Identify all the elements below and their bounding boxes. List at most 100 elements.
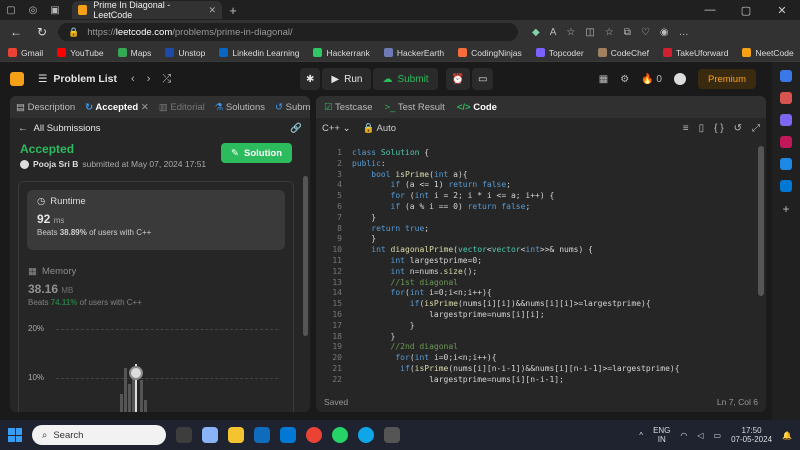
code-line[interactable]: 12 int n=nums.size(); — [316, 267, 477, 278]
code-text[interactable]: } — [352, 321, 415, 332]
chevron-up-icon[interactable]: ^ — [639, 431, 643, 440]
code-text[interactable]: largestprime=nums[i][n-i-1]; — [352, 375, 564, 386]
next-problem-icon[interactable]: › — [147, 73, 151, 86]
close-tab-icon[interactable]: ✕ — [208, 5, 216, 16]
chrome-icon[interactable] — [306, 427, 322, 443]
minimize-icon[interactable]: — — [692, 4, 728, 17]
left-panel-scrollbar[interactable] — [303, 176, 308, 336]
chart-bar[interactable] — [128, 384, 131, 412]
code-line[interactable]: 9 } — [316, 234, 376, 245]
bookmark-item[interactable]: YouTube — [57, 48, 104, 58]
store-icon[interactable] — [384, 427, 400, 443]
link-icon[interactable]: 🔗 — [290, 123, 302, 134]
code-line[interactable]: 13 //1st diagonal — [316, 278, 458, 289]
bookmark-item[interactable]: NeetCode — [742, 48, 794, 58]
code-line[interactable]: 10 int diagonalPrime(vector<vector<int>>… — [316, 245, 593, 256]
browser-essentials-icon[interactable]: ♡ — [641, 27, 650, 38]
clock[interactable]: 17:50 07-05-2024 — [731, 426, 772, 444]
code-text[interactable]: bool isPrime(int a){ — [352, 170, 467, 181]
bookmark-item[interactable]: Topcoder — [535, 48, 584, 58]
url-input[interactable]: 🔒 https://leetcode.com/problems/prime-in… — [58, 23, 518, 41]
code-text[interactable]: } — [352, 332, 396, 343]
code-text[interactable]: for(int i=0;i<n;i++){ — [352, 353, 496, 364]
chart-bar[interactable] — [144, 400, 147, 412]
bookmark-item[interactable]: Hackerrank — [313, 48, 370, 58]
code-text[interactable]: //2nd diagonal — [352, 342, 458, 353]
memory-card[interactable]: ▦ Memory 38.16 MB Beats 74.11% of users w… — [28, 266, 278, 307]
submit-button[interactable]: ☁ Submit — [373, 68, 438, 90]
code-line[interactable]: 11 int largestprime=0; — [316, 256, 482, 267]
bookmark-item[interactable]: Maps — [117, 48, 151, 58]
user-avatar-marker[interactable] — [129, 366, 143, 380]
code-line[interactable]: 14 for(int i=0;i<n;i++){ — [316, 288, 491, 299]
auto-mode-toggle[interactable]: 🔒 Auto — [363, 123, 397, 134]
taskbar-search[interactable]: ⌕ Search — [32, 425, 166, 445]
braces-icon[interactable]: { } — [714, 123, 723, 134]
browser-profile-icon[interactable]: ▢ — [0, 0, 22, 20]
chart-bar[interactable] — [120, 394, 123, 412]
code-line[interactable]: 15 if(isPrime(nums[i][i])&&nums[i][i]>=l… — [316, 299, 650, 310]
debug-button[interactable]: ✱ — [300, 68, 321, 90]
search-icon[interactable] — [780, 70, 792, 82]
back-arrow-icon[interactable]: ← — [18, 123, 28, 134]
tab-testcase[interactable]: ☑ Testcase — [324, 102, 373, 113]
file-explorer-icon[interactable] — [228, 427, 244, 443]
bookmark-item[interactable]: CodingNinjas — [458, 48, 522, 58]
games-icon[interactable] — [780, 136, 792, 148]
browser-tab[interactable]: Prime In Diagonal - LeetCode ✕ — [72, 0, 222, 20]
streak-counter[interactable]: 🔥 0 — [641, 74, 662, 85]
timer-button[interactable]: ⏰ — [445, 68, 471, 90]
code-text[interactable]: } — [352, 234, 376, 245]
collections-icon[interactable]: ⧉ — [624, 27, 631, 38]
refresh-icon[interactable]: ↻ — [32, 25, 52, 39]
code-text[interactable]: public: — [352, 159, 386, 170]
split-screen-icon[interactable]: ◫ — [585, 27, 594, 38]
outlook-icon[interactable] — [280, 427, 296, 443]
premium-button[interactable]: Premium — [697, 69, 756, 89]
code-text[interactable]: int n=nums.size(); — [352, 267, 478, 278]
code-line[interactable]: 21 if(isPrime(nums[i][n-i-1])&&nums[i][n… — [316, 364, 679, 375]
editor-scrollbar[interactable] — [758, 146, 764, 296]
language-indicator[interactable]: ENG IN — [653, 426, 670, 444]
tab-solutions[interactable]: ⚗ Solutions — [215, 102, 265, 113]
task-view-icon[interactable] — [176, 427, 192, 443]
code-line[interactable]: 5 for (int i = 2; i * i <= a; i++) { — [316, 191, 554, 202]
extension-icon[interactable]: ◆ — [532, 27, 540, 38]
bookmark-item[interactable]: Linkedin Learning — [219, 48, 299, 58]
code-text[interactable]: class Solution { — [352, 148, 429, 159]
add-sidebar-app-icon[interactable]: + — [782, 202, 789, 216]
code-text[interactable]: if (a <= 1) return false; — [352, 180, 511, 191]
shopping-icon[interactable] — [780, 92, 792, 104]
code-text[interactable]: if(isPrime(nums[i][n-i-1])&&nums[i][n-i-… — [352, 364, 679, 375]
back-icon[interactable]: ← — [6, 25, 26, 39]
settings-gear-icon[interactable]: ⚙ — [620, 74, 629, 85]
tools-icon[interactable] — [780, 114, 792, 126]
tab-code[interactable]: </> Code — [457, 102, 497, 113]
chat-icon[interactable] — [202, 427, 218, 443]
profile-icon[interactable]: ◉ — [660, 27, 669, 38]
new-tab-icon[interactable]: + — [222, 0, 244, 20]
reset-icon[interactable]: ↺ — [734, 123, 742, 134]
code-line[interactable]: 20 for(int i=0;i<n;i++){ — [316, 353, 496, 364]
wifi-icon[interactable]: ◠ — [680, 431, 687, 440]
code-line[interactable]: 8 return true; — [316, 224, 429, 235]
office-icon[interactable] — [780, 158, 792, 170]
leetcode-logo-icon[interactable] — [10, 72, 24, 86]
code-line[interactable]: 17 } — [316, 321, 415, 332]
code-line[interactable]: 16 largestprime=nums[i][i]; — [316, 310, 544, 321]
format-icon[interactable]: ≡ — [683, 123, 689, 134]
bookmark-item[interactable]: Unstop — [165, 48, 205, 58]
avatar[interactable] — [673, 73, 686, 85]
maximize-icon[interactable]: ▢ — [728, 4, 764, 17]
code-text[interactable]: } — [352, 213, 376, 224]
bookmark-icon[interactable]: ▯ — [699, 123, 705, 134]
volume-icon[interactable]: ◁ — [697, 431, 703, 440]
code-line[interactable]: 2 public: — [316, 159, 386, 170]
code-line[interactable]: 3 bool isPrime(int a){ — [316, 170, 467, 181]
windows-start-icon[interactable] — [8, 428, 22, 442]
bookmark-item[interactable]: CodeChef — [597, 48, 649, 58]
solution-button[interactable]: ✎ Solution — [221, 143, 292, 163]
code-line[interactable]: 18 } — [316, 332, 395, 343]
code-line[interactable]: 22 largestprime=nums[i][n-i-1]; — [316, 375, 564, 386]
close-window-icon[interactable]: ✕ — [764, 4, 800, 17]
